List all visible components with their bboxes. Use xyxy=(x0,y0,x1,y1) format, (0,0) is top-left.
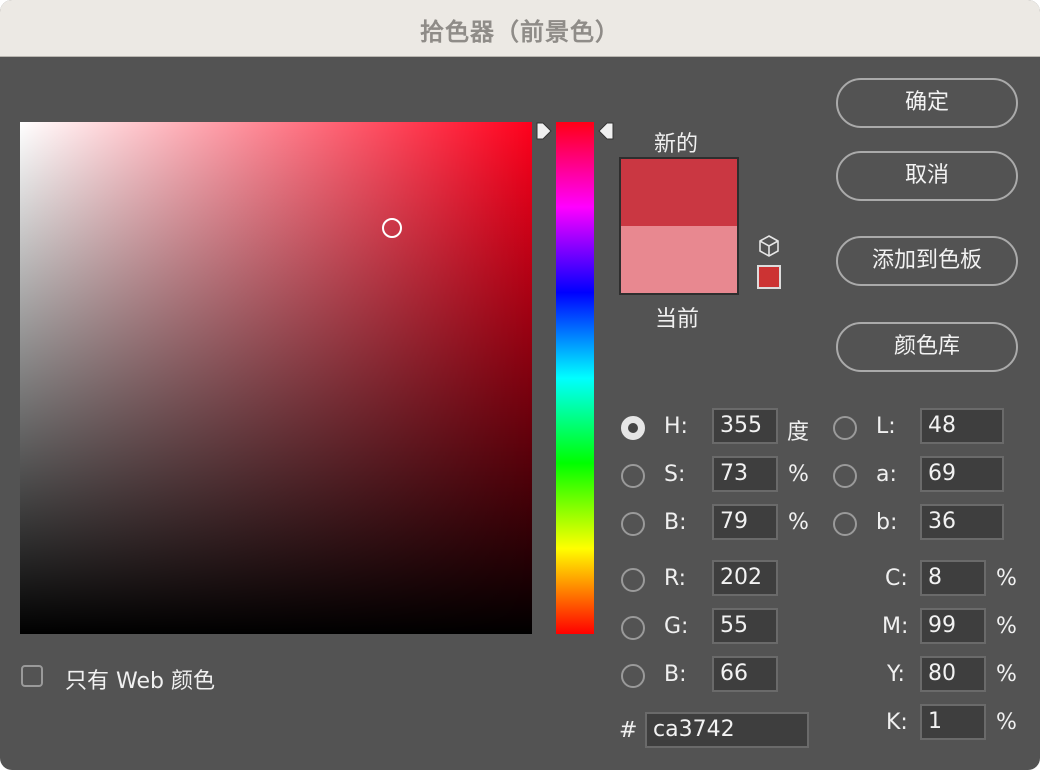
new-color-swatch xyxy=(621,159,737,226)
color-field[interactable] xyxy=(20,122,532,634)
new-color-label: 新的 xyxy=(654,132,699,157)
saturation-unit: % xyxy=(788,462,809,487)
yellow-label: Y: xyxy=(887,662,905,687)
lab-b-input[interactable]: 36 xyxy=(920,504,1004,540)
lab-a-label: a: xyxy=(876,462,897,487)
black-input[interactable]: 1 xyxy=(920,704,986,740)
magenta-input[interactable]: 99 xyxy=(920,608,986,644)
hex-input[interactable]: ca3742 xyxy=(645,712,809,748)
yellow-unit: % xyxy=(996,662,1017,687)
radio-lab-a[interactable] xyxy=(833,464,857,488)
hex-label: # xyxy=(619,718,638,743)
blue-label: B: xyxy=(664,662,687,687)
current-color-swatch[interactable] xyxy=(621,226,737,293)
title-bar[interactable]: 拾色器（前景色） xyxy=(0,0,1040,57)
hue-input[interactable]: 355 xyxy=(712,408,778,444)
radio-saturation[interactable] xyxy=(621,464,645,488)
hue-slider-left-arrow-icon[interactable] xyxy=(536,122,552,140)
hue-unit: 度 xyxy=(787,420,810,445)
green-input[interactable]: 55 xyxy=(712,608,778,644)
cancel-button[interactable]: 取消 xyxy=(836,151,1018,201)
radio-red[interactable] xyxy=(621,568,645,592)
brightness-label: B: xyxy=(664,510,687,535)
hue-label: H: xyxy=(664,414,688,439)
color-field-picker-ring[interactable] xyxy=(382,218,402,238)
websafe-color-swatch[interactable] xyxy=(757,265,781,289)
magenta-unit: % xyxy=(996,614,1017,639)
hue-slider[interactable] xyxy=(556,122,594,634)
brightness-unit: % xyxy=(788,510,809,535)
lab-l-label: L: xyxy=(876,414,896,439)
web-only-checkbox[interactable] xyxy=(21,665,43,687)
red-input[interactable]: 202 xyxy=(712,560,778,596)
window-title: 拾色器（前景色） xyxy=(420,18,620,46)
blue-input[interactable]: 66 xyxy=(712,656,778,692)
lab-l-input[interactable]: 48 xyxy=(920,408,1004,444)
brightness-input[interactable]: 79 xyxy=(712,504,778,540)
current-color-label: 当前 xyxy=(655,307,700,332)
saturation-label: S: xyxy=(664,462,686,487)
yellow-input[interactable]: 80 xyxy=(920,656,986,692)
black-label: K: xyxy=(886,710,908,735)
hue-slider-right-arrow-icon[interactable] xyxy=(598,122,614,140)
radio-lab-l[interactable] xyxy=(833,416,857,440)
radio-blue[interactable] xyxy=(621,664,645,688)
black-unit: % xyxy=(996,710,1017,735)
ok-button[interactable]: 确定 xyxy=(836,78,1018,128)
radio-hue[interactable] xyxy=(621,416,645,440)
websafe-cube-icon[interactable] xyxy=(757,234,781,258)
cyan-unit: % xyxy=(996,566,1017,591)
magenta-label: M: xyxy=(882,614,909,639)
radio-lab-b[interactable] xyxy=(833,512,857,536)
color-compare-swatch xyxy=(619,157,739,295)
radio-green[interactable] xyxy=(621,616,645,640)
green-label: G: xyxy=(664,614,689,639)
add-to-swatches-button[interactable]: 添加到色板 xyxy=(836,236,1018,286)
web-only-label[interactable]: 只有 Web 颜色 xyxy=(65,663,215,695)
red-label: R: xyxy=(664,566,687,591)
lab-b-label: b: xyxy=(876,510,898,535)
saturation-input[interactable]: 73 xyxy=(712,456,778,492)
cyan-input[interactable]: 8 xyxy=(920,560,986,596)
color-libraries-button[interactable]: 颜色库 xyxy=(836,322,1018,372)
color-picker-window: 拾色器（前景色） 新的 当前 确定 取消 添加到色板 颜色库 H: 355 度 … xyxy=(0,0,1040,770)
lab-a-input[interactable]: 69 xyxy=(920,456,1004,492)
cyan-label: C: xyxy=(885,566,908,591)
radio-brightness[interactable] xyxy=(621,512,645,536)
